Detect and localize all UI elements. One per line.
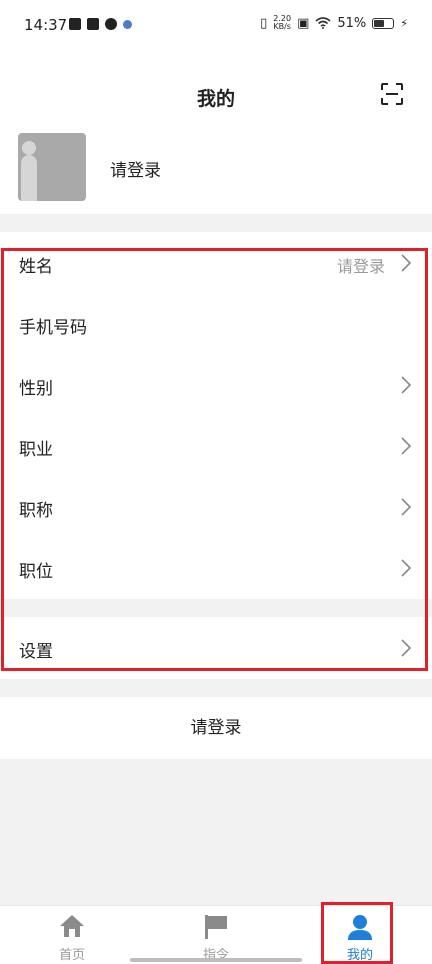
battery-text: 51%	[337, 15, 367, 31]
scan-icon[interactable]	[381, 83, 403, 105]
row-label: 职业	[19, 440, 53, 460]
chevron-right-icon	[401, 498, 412, 516]
tab-command[interactable]: 指令	[166, 906, 266, 964]
page-title: 我的	[196, 88, 235, 110]
chevron-right-icon	[401, 639, 412, 657]
notification-icon	[123, 20, 132, 29]
row-position[interactable]: 职位	[0, 537, 432, 599]
home-icon	[60, 915, 84, 937]
row-value: 请登录	[336, 257, 385, 276]
row-name[interactable]: 姓名 请登录	[0, 232, 432, 294]
status-bar: 14:37 ▯ 2.20 KB/s ▣ 51% ⚡	[0, 0, 432, 52]
login-prompt[interactable]: 请登录	[110, 156, 161, 181]
tab-home[interactable]: 首页	[22, 906, 122, 964]
tab-label: 首页	[58, 948, 85, 963]
flag-icon	[205, 915, 227, 939]
row-occupation[interactable]: 职业	[0, 415, 432, 477]
chevron-right-icon	[401, 559, 412, 577]
row-phone[interactable]: 手机号码	[0, 293, 432, 355]
tab-bar: 首页 指令 我的	[0, 905, 432, 964]
chevron-right-icon	[401, 254, 412, 272]
row-label: 姓名	[19, 257, 53, 277]
mail-icon	[87, 18, 99, 30]
login-button-label: 请登录	[190, 718, 242, 738]
person-icon	[348, 915, 372, 940]
chevron-right-icon	[401, 376, 412, 394]
tiktok-icon	[69, 18, 81, 30]
battery-icon	[372, 17, 395, 29]
status-time: 14:37	[24, 16, 68, 34]
row-label: 手机号码	[19, 318, 87, 338]
sim-icon: ▣	[297, 15, 310, 31]
row-gender[interactable]: 性别	[0, 354, 432, 416]
row-label: 职称	[19, 501, 53, 521]
row-label: 性别	[19, 379, 53, 399]
vibrate-icon: ▯	[260, 15, 268, 31]
avatar[interactable]	[18, 133, 86, 201]
home-indicator	[130, 958, 302, 962]
row-title[interactable]: 职称	[0, 476, 432, 538]
login-button[interactable]: 请登录	[0, 697, 432, 759]
net-speed: 2.20 KB/s	[273, 14, 292, 31]
row-label: 设置	[19, 642, 53, 662]
tab-label: 我的	[346, 948, 373, 963]
tab-mine[interactable]: 我的	[310, 906, 410, 964]
chevron-right-icon	[401, 437, 412, 455]
row-label: 职位	[19, 562, 53, 582]
row-settings[interactable]: 设置	[0, 617, 432, 679]
wifi-icon	[315, 17, 331, 29]
app-icon	[105, 18, 117, 30]
status-right: ▯ 2.20 KB/s ▣ 51% ⚡	[260, 15, 408, 31]
charging-icon: ⚡	[400, 16, 408, 30]
